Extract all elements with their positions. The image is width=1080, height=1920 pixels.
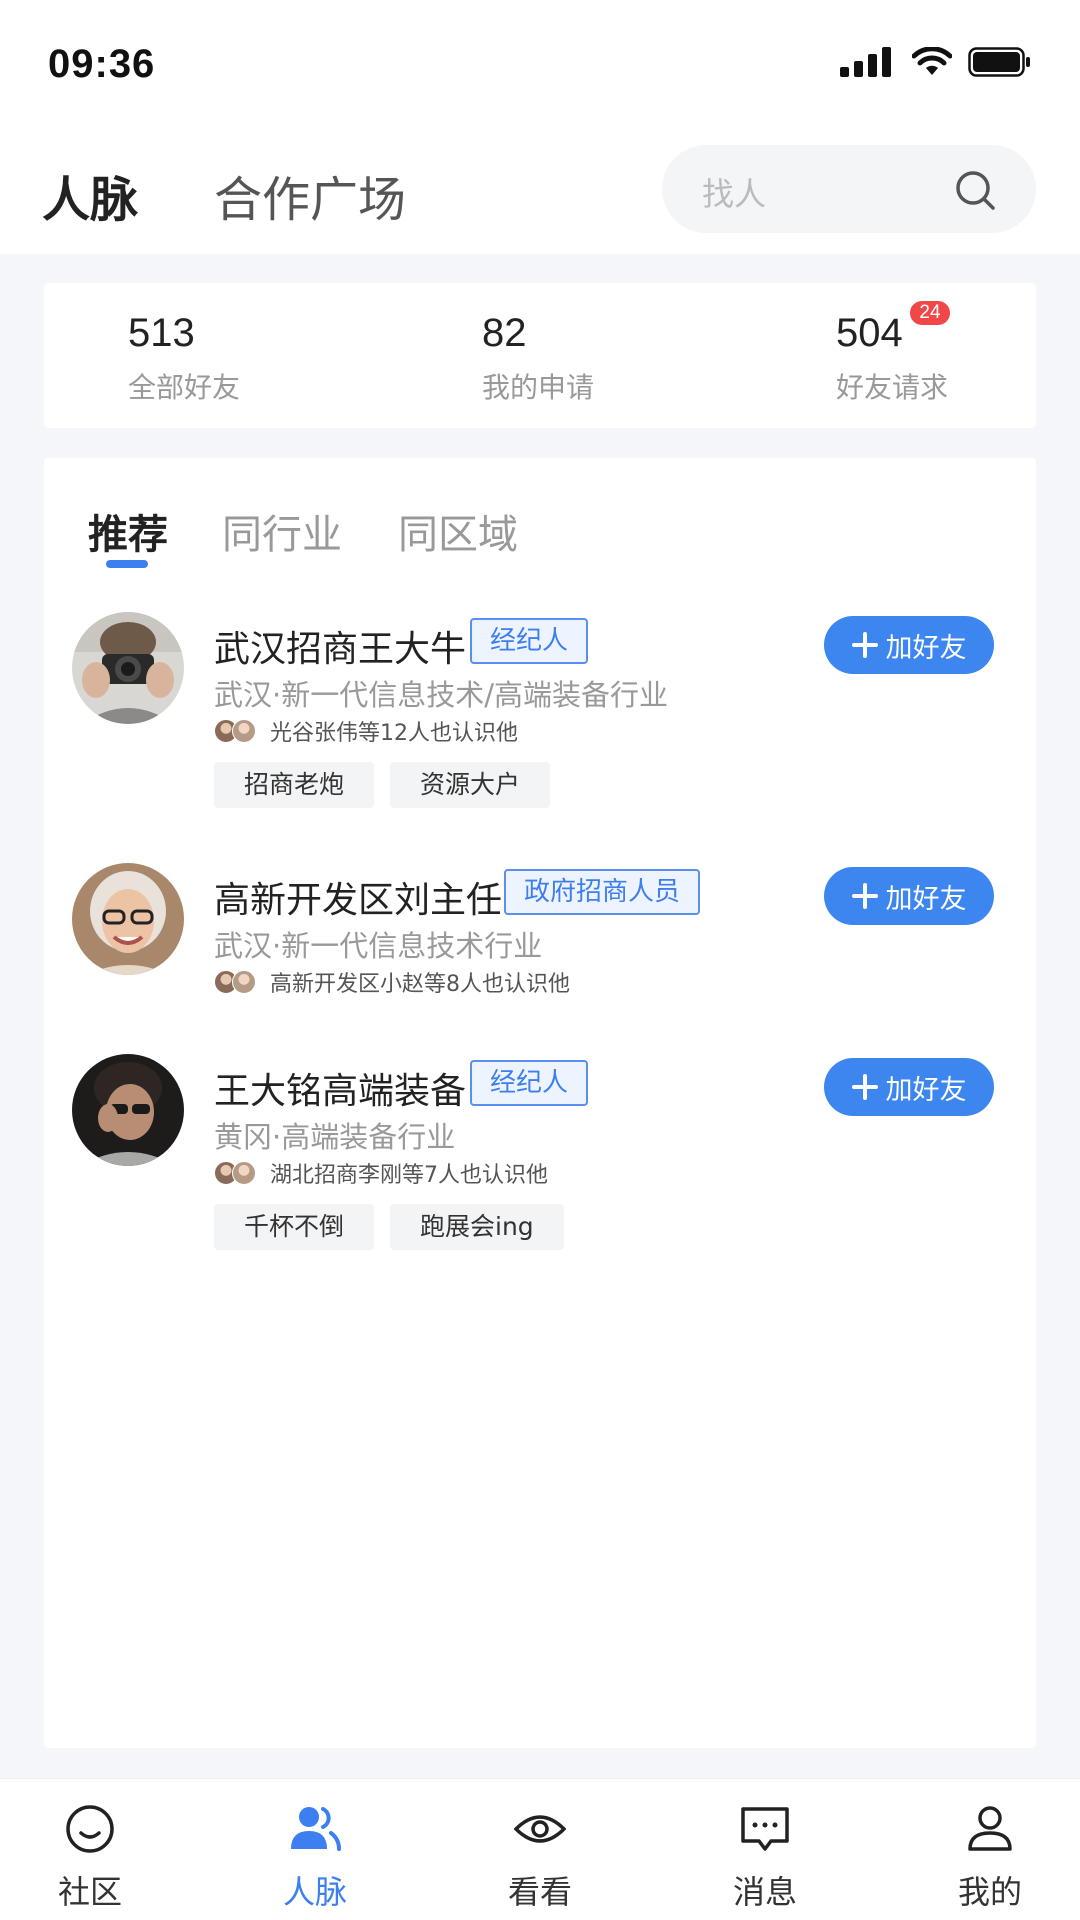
battery-icon: [968, 47, 1030, 77]
avatar[interactable]: [72, 612, 184, 724]
add-friend-label: 加好友: [885, 1074, 967, 1106]
add-friend-button[interactable]: 加好友: [824, 616, 994, 674]
message-icon: [741, 1807, 789, 1851]
tab-watch[interactable]: 看看: [480, 1803, 600, 1913]
mutual-avatars: [214, 717, 262, 745]
signal-icon: [840, 47, 891, 77]
search-placeholder: 找人: [702, 175, 767, 213]
add-friend-label: 加好友: [885, 632, 967, 664]
tab-label: 社区: [57, 1873, 122, 1911]
mutual-avatars: [214, 1159, 262, 1187]
person-description: 黄冈·高端装备行业: [214, 1120, 456, 1154]
search-icon[interactable]: [954, 169, 996, 211]
mutual-text: 湖北招商李刚等7人也认识他: [270, 1163, 548, 1188]
profile-icon: [968, 1806, 1012, 1851]
stats-card: 513 全部好友 82 我的申请 504 好友请求 24: [44, 283, 1036, 428]
stat-number: 513: [128, 311, 195, 355]
tab-me[interactable]: 我的: [930, 1803, 1050, 1913]
plus-icon: [851, 883, 878, 909]
mutual-friends: 高新开发区小赵等8人也认识他: [214, 967, 570, 997]
eye-icon: [513, 1815, 567, 1843]
status-icons: [840, 44, 1032, 80]
stat-my-applications[interactable]: 82 我的申请: [482, 311, 594, 406]
role-tag: 政府招商人员: [504, 869, 701, 915]
person-name: 武汉招商王大牛: [214, 629, 467, 670]
wifi-icon: [912, 47, 952, 75]
mutual-text: 高新开发区小赵等8人也认识他: [270, 972, 570, 997]
person-name: 王大铭高端装备: [214, 1071, 467, 1112]
stat-label: 好友请求: [836, 371, 949, 404]
bottom-tab-bar: 社区 人脉 看看 消息 我的: [0, 1778, 1080, 1920]
tag-chip: 跑展会ing: [390, 1204, 564, 1250]
status-bar: 09:36: [0, 0, 1080, 120]
tag-chip: 资源大户: [390, 762, 551, 808]
mutual-avatars: [214, 968, 262, 996]
tab-community[interactable]: 社区: [30, 1803, 150, 1913]
friend-request-badge: 24: [908, 299, 952, 327]
subtab-recommend[interactable]: 推荐: [88, 502, 168, 560]
role-tag: 经纪人: [470, 618, 589, 664]
tab-contacts-bottom[interactable]: 人脉: [255, 1803, 375, 1913]
tab-cooperation-square[interactable]: 合作广场: [214, 160, 406, 230]
plus-icon: [851, 1074, 878, 1100]
tab-label: 人脉: [282, 1873, 347, 1911]
tag-list: 千杯不倒 跑展会ing: [214, 1204, 564, 1250]
tab-label: 看看: [507, 1873, 572, 1911]
smile-icon: [66, 1805, 114, 1853]
stat-number: 82: [482, 311, 527, 355]
add-friend-button[interactable]: 加好友: [824, 867, 994, 925]
person-name: 高新开发区刘主任: [214, 880, 503, 921]
tag-list: 招商老炮 资源大户: [214, 762, 551, 808]
tab-label: 消息: [732, 1873, 797, 1911]
search-input[interactable]: 找人: [662, 145, 1036, 233]
tab-contacts[interactable]: 人脉: [42, 160, 138, 230]
stat-label: 全部好友: [128, 371, 241, 404]
subtab-same-region[interactable]: 同区域: [398, 502, 518, 560]
avatar[interactable]: [72, 1054, 184, 1166]
recommend-list-card: 推荐 同行业 同区域 武汉招商王大牛 经纪人 武汉·新一代信息技术/高端装备行业: [44, 458, 1036, 1748]
status-time: 09:36: [48, 42, 156, 86]
contacts-icon: [291, 1807, 341, 1851]
role-tag: 经纪人: [470, 1060, 589, 1106]
plus-icon: [851, 632, 878, 658]
stat-label: 我的申请: [482, 371, 595, 404]
tab-messages[interactable]: 消息: [705, 1803, 825, 1913]
tab-label: 我的: [957, 1873, 1022, 1911]
stat-all-friends[interactable]: 513 全部好友: [128, 311, 240, 406]
header: 人脉 合作广场 找人: [0, 120, 1080, 254]
person-description: 武汉·新一代信息技术行业: [214, 929, 543, 963]
avatar[interactable]: [72, 863, 184, 975]
mutual-friends: 湖北招商李刚等7人也认识他: [214, 1158, 548, 1188]
subtab-same-industry[interactable]: 同行业: [222, 502, 342, 560]
mutual-text: 光谷张伟等12人也认识他: [270, 721, 518, 746]
add-friend-button[interactable]: 加好友: [824, 1058, 994, 1116]
tag-chip: 招商老炮: [214, 762, 375, 808]
mutual-friends: 光谷张伟等12人也认识他: [214, 716, 518, 746]
tag-chip: 千杯不倒: [214, 1204, 375, 1250]
subtab-indicator: [106, 560, 148, 568]
person-description: 武汉·新一代信息技术/高端装备行业: [214, 678, 668, 712]
add-friend-label: 加好友: [885, 883, 967, 915]
